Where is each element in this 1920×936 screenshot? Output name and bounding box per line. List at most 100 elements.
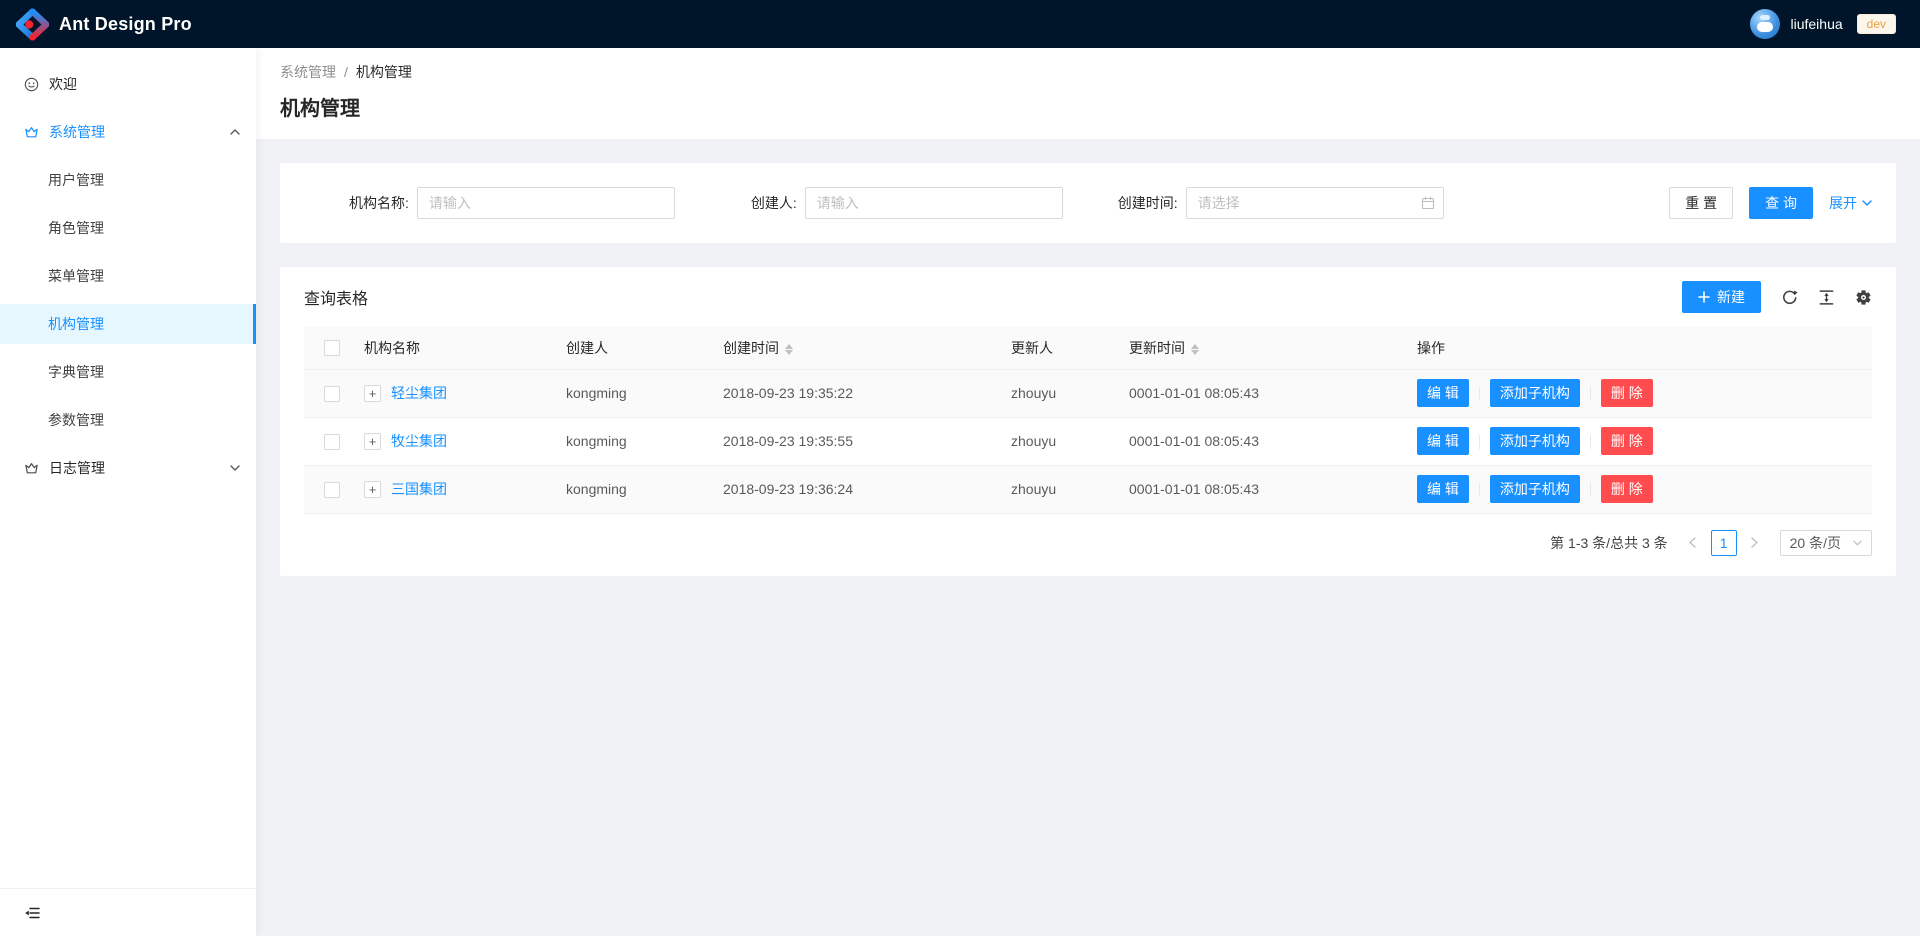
action-divider: [1479, 435, 1480, 449]
add-child-org-button[interactable]: 添加子机构: [1490, 427, 1580, 455]
cell-updater: zhouyu: [999, 369, 1117, 417]
expand-row-button[interactable]: +: [364, 385, 381, 402]
column-header-update-time: 更新时间: [1117, 327, 1405, 369]
sidebar-item-welcome[interactable]: 欢迎: [0, 64, 256, 104]
add-child-org-button[interactable]: 添加子机构: [1490, 475, 1580, 503]
org-name-input[interactable]: [417, 187, 675, 219]
crown-icon: [24, 461, 39, 476]
edit-button[interactable]: 编 辑: [1417, 475, 1469, 503]
top-header: Ant Design Pro liufeihua dev: [0, 0, 1920, 48]
column-height-icon[interactable]: [1818, 289, 1835, 306]
breadcrumb-item-system[interactable]: 系统管理: [280, 62, 336, 82]
expand-form-link[interactable]: 展开: [1829, 193, 1872, 213]
expand-row-button[interactable]: +: [364, 433, 381, 450]
smile-icon: [24, 77, 39, 92]
column-header-actions: 操作: [1405, 327, 1872, 369]
sidebar-submenu-log[interactable]: 日志管理: [0, 448, 256, 488]
create-time-datepicker[interactable]: [1186, 187, 1444, 219]
action-divider: [1479, 387, 1480, 401]
table-row: +牧尘集团 kongming 2018-09-23 19:35:55 zhouy…: [304, 417, 1872, 465]
sidebar-item-role-management[interactable]: 角色管理: [0, 208, 256, 248]
new-button[interactable]: 新建: [1682, 281, 1761, 313]
row-checkbox[interactable]: [324, 386, 340, 402]
reload-icon[interactable]: [1781, 289, 1798, 306]
env-tag: dev: [1857, 14, 1896, 34]
sidebar-item-org-management[interactable]: 机构管理: [0, 304, 256, 344]
user-name[interactable]: liufeihua: [1790, 16, 1842, 32]
row-checkbox[interactable]: [324, 434, 340, 450]
sidebar-item-label: 角色管理: [48, 218, 104, 238]
main-content: 系统管理 / 机构管理 机构管理 机构名称: 创建人: 创建时间:: [256, 0, 1920, 936]
row-checkbox[interactable]: [324, 482, 340, 498]
app-title: Ant Design Pro: [59, 14, 192, 35]
org-name-label: 机构名称:: [349, 193, 409, 213]
delete-button[interactable]: 删 除: [1601, 427, 1653, 455]
sidebar-item-param-management[interactable]: 参数管理: [0, 400, 256, 440]
cell-create-time: 2018-09-23 19:35:22: [711, 369, 999, 417]
page-size-value: 20 条/页: [1790, 533, 1841, 553]
brand[interactable]: Ant Design Pro: [16, 8, 192, 41]
cell-create-time: 2018-09-23 19:36:24: [711, 465, 999, 513]
breadcrumb: 系统管理 / 机构管理: [280, 62, 1896, 82]
sidebar-item-label: 日志管理: [49, 458, 105, 478]
pagination-total: 第 1-3 条/总共 3 条: [1550, 533, 1667, 553]
table-card: 查询表格 新建: [280, 267, 1896, 576]
creator-input[interactable]: [805, 187, 1063, 219]
cell-creator: kongming: [554, 417, 711, 465]
column-header-updater: 更新人: [999, 327, 1117, 369]
edit-button[interactable]: 编 辑: [1417, 379, 1469, 407]
breadcrumb-separator: /: [344, 64, 348, 80]
edit-button[interactable]: 编 辑: [1417, 427, 1469, 455]
pagination: 第 1-3 条/总共 3 条 1 20 条/页: [304, 530, 1872, 556]
cell-update-time: 0001-01-01 08:05:43: [1117, 417, 1405, 465]
chevron-down-icon: [230, 465, 240, 471]
action-divider: [1479, 483, 1480, 497]
org-name-link[interactable]: 轻尘集团: [391, 383, 447, 403]
column-header-create-time: 创建时间: [711, 327, 999, 369]
cell-updater: zhouyu: [999, 465, 1117, 513]
sidebar-submenu-system[interactable]: 系统管理: [0, 112, 256, 152]
expand-row-button[interactable]: +: [364, 481, 381, 498]
sidebar-item-label: 用户管理: [48, 170, 104, 190]
creator-label: 创建人:: [751, 193, 797, 213]
page-size-select[interactable]: 20 条/页: [1780, 530, 1872, 556]
sidebar-item-dict-management[interactable]: 字典管理: [0, 352, 256, 392]
cell-create-time: 2018-09-23 19:35:55: [711, 417, 999, 465]
pagination-page-1[interactable]: 1: [1711, 530, 1737, 556]
sort-update-time[interactable]: [1191, 344, 1199, 355]
table-title: 查询表格: [304, 285, 368, 309]
ant-design-logo-icon: [16, 8, 49, 41]
sidebar-item-label: 字典管理: [48, 362, 104, 382]
table-row: + 三国集团 kongming 2018-09-23 19:36:24 zhouy…: [304, 465, 1872, 513]
sidebar-item-label: 欢迎: [49, 74, 77, 94]
column-header-org-name: 机构名称: [352, 327, 554, 369]
search-button[interactable]: 查 询: [1749, 187, 1813, 219]
expand-label: 展开: [1829, 193, 1857, 213]
sort-create-time[interactable]: [785, 344, 793, 355]
sidebar-collapse-trigger[interactable]: [0, 888, 256, 936]
delete-button[interactable]: 删 除: [1601, 475, 1653, 503]
org-name-link[interactable]: 三国集团: [391, 479, 447, 499]
reset-button[interactable]: 重 置: [1669, 187, 1733, 219]
gear-icon[interactable]: [1855, 289, 1872, 306]
sidebar-item-label: 机构管理: [48, 314, 104, 334]
select-all-checkbox[interactable]: [324, 340, 340, 356]
sidebar-item-menu-management[interactable]: 菜单管理: [0, 256, 256, 296]
cell-creator: kongming: [554, 465, 711, 513]
new-button-label: 新建: [1717, 287, 1745, 307]
pagination-prev-button[interactable]: [1680, 530, 1706, 556]
sidebar-item-label: 系统管理: [49, 122, 105, 142]
org-name-link[interactable]: 牧尘集团: [391, 431, 447, 451]
user-avatar[interactable]: [1750, 9, 1780, 39]
sidebar-item-label: 菜单管理: [48, 266, 104, 286]
sidebar-item-user-management[interactable]: 用户管理: [0, 160, 256, 200]
pagination-next-button[interactable]: [1742, 530, 1768, 556]
sidebar: 欢迎 系统管理 用户管理 角色管理 菜单管理 机构管理 字典管理 参数管理: [0, 48, 256, 936]
search-form-card: 机构名称: 创建人: 创建时间:: [280, 163, 1896, 243]
delete-button[interactable]: 删 除: [1601, 379, 1653, 407]
column-header-creator: 创建人: [554, 327, 711, 369]
add-child-org-button[interactable]: 添加子机构: [1490, 379, 1580, 407]
action-divider: [1590, 483, 1591, 497]
chevron-down-icon: [1862, 200, 1872, 206]
plus-icon: [1698, 291, 1710, 303]
